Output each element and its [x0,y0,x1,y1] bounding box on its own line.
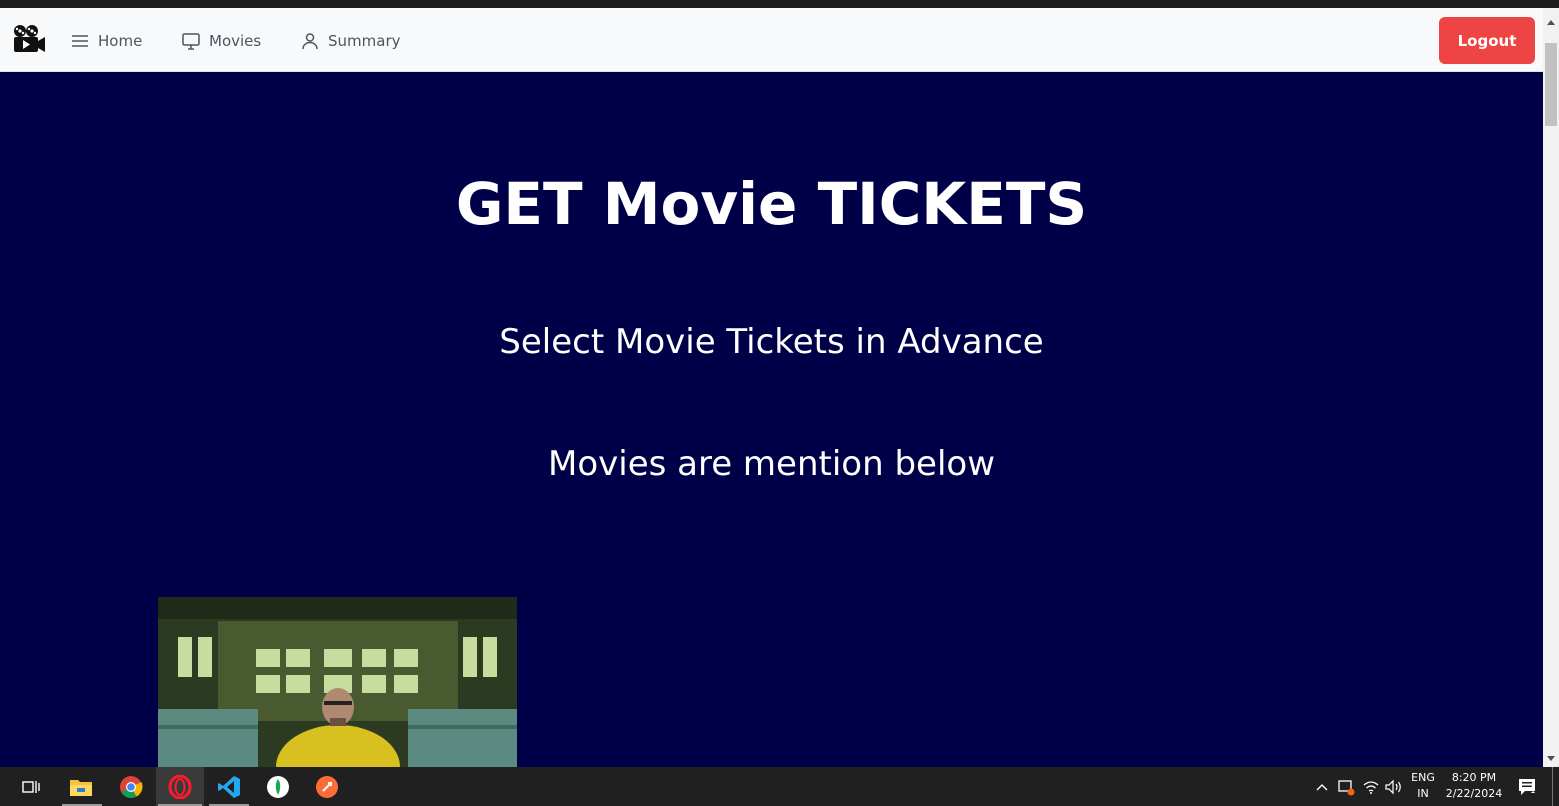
movie-poster[interactable] [158,597,517,767]
nav-movies-label: Movies [209,32,262,50]
clock-date: 2/22/2024 [1445,787,1503,800]
chevron-up-icon[interactable] [1308,773,1336,801]
nav-home-label: Home [98,32,143,50]
vscode-icon[interactable] [215,773,243,801]
postman-icon[interactable] [313,773,341,801]
scroll-thumb[interactable] [1545,43,1557,126]
user-icon [302,33,318,50]
notification-center-icon[interactable]: 1 [1513,773,1541,801]
movies-heading: Movies are mention below [547,444,995,484]
show-desktop-button[interactable] [1552,767,1553,806]
notification-count: 1 [1530,786,1536,796]
main-content: GET Movie TICKETS Select Movie Tickets i… [0,72,1543,767]
navbar: Home Movies Summary Logout [0,8,1543,72]
security-status-icon[interactable] [1333,773,1359,801]
language-indicator[interactable]: ENG IN [1404,770,1442,802]
language-label: ENG [1411,771,1435,784]
nav-movies[interactable]: Movies [181,28,261,54]
monitor-icon [182,33,200,50]
logout-button[interactable]: Logout [1439,17,1535,64]
region-label: IN [1417,787,1429,800]
opera-icon[interactable] [166,773,194,801]
nav-home[interactable]: Home [70,28,142,54]
mongodb-compass-icon[interactable] [264,773,292,801]
wifi-icon[interactable] [1359,773,1383,801]
movie-camera-icon[interactable] [12,24,46,54]
nav-summary[interactable]: Summary [300,28,401,54]
chrome-icon[interactable] [117,773,145,801]
scroll-down-arrow-icon[interactable] [1547,756,1555,761]
page-scrollbar[interactable] [1543,8,1559,767]
menu-icon [72,35,88,47]
page-title: GET Movie TICKETS [455,170,1088,238]
clock-time: 8:20 PM [1451,771,1497,784]
scroll-up-arrow-icon[interactable] [1547,20,1555,25]
file-explorer-icon[interactable] [67,773,95,801]
windows-taskbar: ENG IN 8:20 PM 2/22/2024 1 [0,767,1559,806]
volume-icon[interactable] [1381,773,1405,801]
nav-summary-label: Summary [328,32,401,50]
window-top-strip [0,0,1559,8]
task-view-icon[interactable] [17,773,45,801]
system-clock[interactable]: 8:20 PM 2/22/2024 [1441,770,1507,802]
page-subtitle: Select Movie Tickets in Advance [499,322,1044,362]
